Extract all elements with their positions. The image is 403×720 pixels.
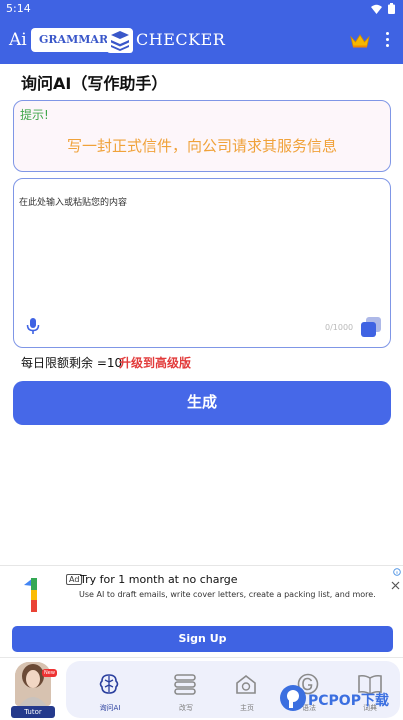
hint-text: 写一封正式信件，向公司请求其服务信息	[66, 137, 337, 155]
generate-button[interactable]: 生成	[13, 381, 391, 425]
prompt-hint-box[interactable]: 提示! 写一封正式信件，向公司请求其服务信息	[13, 100, 391, 172]
ad-close-icon[interactable]	[390, 580, 401, 591]
watermark-text: PCPOP下载	[308, 693, 389, 709]
book-icon	[107, 29, 133, 53]
rewrite-icon	[174, 674, 196, 695]
home-icon	[236, 674, 256, 694]
nav-ask-ai[interactable]: 询问AI	[76, 661, 144, 718]
ad-headline: Try for 1 month at no charge	[80, 573, 238, 586]
upgrade-link[interactable]: 升级到高级版	[119, 354, 191, 371]
content-input[interactable]: 在此处输入或粘贴您的内容 0/1000	[13, 178, 391, 348]
brand-grammar: GRAMMAR	[39, 33, 109, 46]
nav-label: 询问AI	[99, 704, 121, 712]
wifi-icon	[371, 4, 382, 14]
tutor-label: Tutor	[11, 706, 55, 718]
ad-description: Use AI to draft emails, write cover lett…	[79, 590, 376, 599]
pcpop-logo-icon	[280, 685, 306, 711]
crown-icon[interactable]	[350, 34, 370, 48]
input-placeholder: 在此处输入或粘贴您的内容	[19, 198, 128, 208]
tutor-button[interactable]: New Tutor	[11, 658, 57, 718]
copy-icon[interactable]	[360, 316, 382, 338]
hint-label: 提示!	[20, 108, 49, 122]
app-logo-ai: Ai	[9, 30, 27, 50]
new-badge: New	[42, 669, 57, 677]
ai-brain-icon	[99, 674, 119, 694]
battery-icon	[388, 3, 395, 14]
brand-checker: CHECKER	[136, 30, 226, 49]
nav-rewrite[interactable]: 改写	[152, 661, 220, 718]
ad-banner[interactable]: Ad Try for 1 month at no charge Use AI t…	[0, 565, 403, 655]
microphone-icon[interactable]	[26, 317, 40, 335]
nav-home[interactable]: 主页	[213, 661, 281, 718]
daily-quota: 每日限额剩余 =10	[21, 356, 123, 370]
app-bar: Ai GRAMMAR CHECKER	[0, 18, 403, 64]
status-time: 5:14	[6, 2, 31, 15]
page-title: 询问AI（写作助手）	[21, 74, 168, 93]
google-one-logo	[24, 578, 37, 612]
char-counter: 0/1000	[325, 323, 354, 332]
bottom-bar: New Tutor 询问AI 改写 主页 语法 词典	[0, 657, 403, 720]
more-vert-icon[interactable]	[383, 32, 391, 48]
status-bar: 5:14	[0, 0, 403, 18]
nav-label: 主页	[240, 704, 254, 712]
ad-info-icon[interactable]	[393, 568, 401, 576]
nav-label: 改写	[179, 704, 193, 712]
ad-signup-button[interactable]: Sign Up	[12, 626, 393, 652]
